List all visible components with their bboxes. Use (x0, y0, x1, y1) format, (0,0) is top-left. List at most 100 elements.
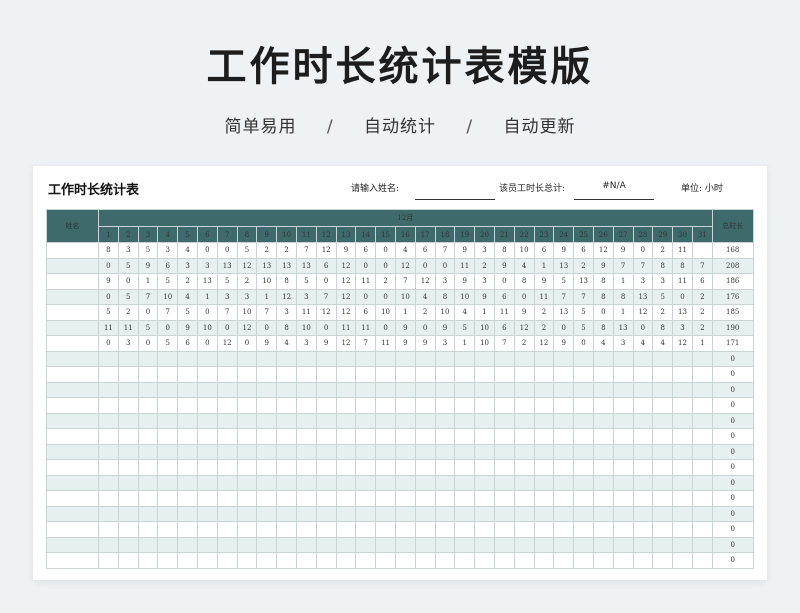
hours-cell[interactable]: 6 (315, 257, 337, 274)
hours-cell[interactable] (355, 552, 377, 569)
hours-cell[interactable] (672, 474, 693, 491)
hours-cell[interactable]: 9 (315, 335, 337, 352)
hours-cell[interactable]: 0 (98, 288, 119, 305)
hours-cell[interactable]: 9 (414, 335, 436, 352)
hours-cell[interactable] (454, 459, 476, 476)
hours-cell[interactable] (454, 474, 476, 491)
hours-cell[interactable]: 1 (612, 273, 634, 290)
hours-cell[interactable]: 4 (276, 335, 297, 352)
hours-cell[interactable] (375, 428, 396, 445)
hours-cell[interactable] (335, 381, 357, 398)
hours-cell[interactable] (177, 459, 198, 476)
hours-cell[interactable] (553, 366, 575, 383)
hours-cell[interactable] (256, 381, 278, 398)
hours-cell[interactable] (434, 366, 456, 383)
hours-cell[interactable]: 9 (553, 242, 575, 259)
hours-cell[interactable] (335, 521, 357, 538)
hours-cell[interactable] (414, 428, 436, 445)
hours-cell[interactable] (652, 474, 674, 491)
hours-cell[interactable]: 9 (454, 242, 476, 259)
hours-cell[interactable] (533, 505, 555, 522)
hours-cell[interactable]: 12 (216, 335, 238, 352)
hours-cell[interactable]: 2 (513, 335, 535, 352)
hours-cell[interactable] (355, 459, 377, 476)
hours-cell[interactable]: 0 (256, 319, 278, 336)
hours-cell[interactable]: 3 (295, 335, 317, 352)
hours-cell[interactable] (295, 552, 317, 569)
hours-cell[interactable]: 0 (117, 273, 139, 290)
hours-cell[interactable]: 12 (335, 273, 357, 290)
hours-cell[interactable]: 9 (394, 335, 416, 352)
hours-cell[interactable]: 12 (672, 335, 693, 352)
hours-cell[interactable] (137, 505, 159, 522)
hours-cell[interactable]: 12 (315, 304, 337, 321)
hours-cell[interactable] (672, 443, 693, 460)
hours-cell[interactable]: 10 (196, 319, 218, 336)
hours-cell[interactable] (315, 397, 337, 414)
hours-cell[interactable]: 0 (157, 319, 179, 336)
hours-cell[interactable] (533, 428, 555, 445)
hours-cell[interactable]: 10 (434, 304, 456, 321)
hours-cell[interactable] (691, 366, 713, 383)
hours-cell[interactable] (553, 505, 575, 522)
hours-cell[interactable] (493, 412, 515, 429)
hours-cell[interactable]: 12 (335, 288, 357, 305)
hours-cell[interactable] (592, 350, 614, 367)
hours-cell[interactable] (434, 428, 456, 445)
hours-cell[interactable] (117, 381, 139, 398)
hours-cell[interactable] (315, 428, 337, 445)
hours-cell[interactable] (394, 412, 416, 429)
hours-cell[interactable]: 9 (434, 319, 456, 336)
hours-cell[interactable]: 5 (216, 273, 238, 290)
hours-cell[interactable] (355, 490, 377, 507)
name-cell[interactable] (46, 242, 99, 259)
name-cell[interactable] (46, 490, 99, 507)
hours-cell[interactable]: 9 (533, 273, 555, 290)
hours-cell[interactable]: 9 (98, 273, 119, 290)
hours-cell[interactable] (672, 350, 693, 367)
hours-cell[interactable] (454, 397, 476, 414)
hours-cell[interactable] (236, 350, 258, 367)
hours-cell[interactable] (533, 474, 555, 491)
hours-cell[interactable] (414, 397, 436, 414)
hours-cell[interactable] (493, 366, 515, 383)
hours-cell[interactable] (117, 397, 139, 414)
hours-cell[interactable] (691, 350, 713, 367)
hours-cell[interactable] (236, 474, 258, 491)
hours-cell[interactable]: 0 (196, 242, 218, 259)
hours-cell[interactable] (196, 536, 218, 553)
hours-cell[interactable] (573, 536, 594, 553)
hours-cell[interactable]: 10 (236, 304, 258, 321)
hours-cell[interactable] (612, 412, 634, 429)
hours-cell[interactable] (691, 490, 713, 507)
hours-cell[interactable] (276, 366, 297, 383)
hours-cell[interactable] (177, 505, 198, 522)
hours-cell[interactable] (177, 397, 198, 414)
hours-cell[interactable]: 13 (216, 257, 238, 274)
hours-cell[interactable] (375, 381, 396, 398)
name-cell[interactable] (46, 335, 99, 352)
hours-cell[interactable]: 7 (157, 304, 179, 321)
hours-cell[interactable] (216, 366, 238, 383)
hours-cell[interactable] (493, 350, 515, 367)
hours-cell[interactable]: 8 (493, 242, 515, 259)
name-cell[interactable] (46, 443, 99, 460)
hours-cell[interactable]: 12 (315, 242, 337, 259)
name-cell[interactable] (46, 366, 99, 383)
hours-cell[interactable] (137, 490, 159, 507)
hours-cell[interactable] (276, 490, 297, 507)
hours-cell[interactable]: 12 (335, 304, 357, 321)
hours-cell[interactable] (493, 536, 515, 553)
hours-cell[interactable]: 7 (315, 288, 337, 305)
hours-cell[interactable] (137, 459, 159, 476)
name-cell[interactable] (46, 536, 99, 553)
hours-cell[interactable] (117, 490, 139, 507)
hours-cell[interactable] (157, 443, 179, 460)
hours-cell[interactable] (474, 536, 495, 553)
name-cell[interactable] (46, 319, 99, 336)
hours-cell[interactable] (434, 412, 456, 429)
hours-cell[interactable] (652, 381, 674, 398)
hours-cell[interactable]: 0 (632, 319, 654, 336)
hours-cell[interactable] (355, 350, 377, 367)
hours-cell[interactable] (315, 459, 337, 476)
